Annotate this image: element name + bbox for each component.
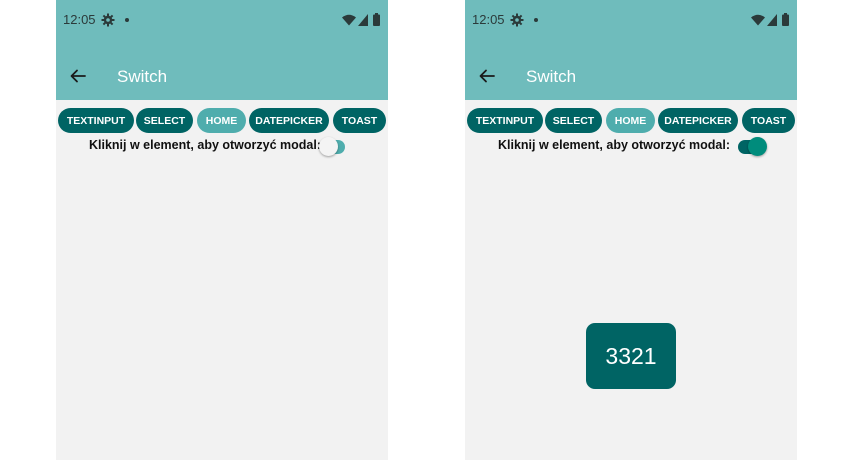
modal-value-box: 3321 xyxy=(586,323,676,389)
tab-textinput[interactable]: TEXTINPUT xyxy=(58,108,134,133)
status-bar: 12:05 xyxy=(56,0,388,40)
gear-icon xyxy=(101,13,115,27)
back-arrow-icon[interactable] xyxy=(477,66,497,86)
back-arrow-icon[interactable] xyxy=(68,66,88,86)
status-time: 12:05 xyxy=(63,12,96,27)
tab-toast[interactable]: TOAST xyxy=(742,108,795,133)
phone-screen-left: 12:05 Switch TEXTINPUT SELECT HOME DATEP… xyxy=(56,0,388,460)
wifi-icon xyxy=(751,14,765,26)
tab-textinput[interactable]: TEXTINPUT xyxy=(467,108,543,133)
tab-home[interactable]: HOME xyxy=(197,108,246,133)
notification-dot-icon xyxy=(125,18,129,22)
app-bar: 12:05 Switch xyxy=(56,0,388,100)
battery-icon xyxy=(373,13,380,26)
status-bar: 12:05 xyxy=(465,0,797,40)
switch-thumb xyxy=(748,137,767,156)
switch-thumb xyxy=(319,137,338,156)
switch-label: Kliknij w element, aby otworzyć modal: xyxy=(89,138,321,152)
gear-icon xyxy=(510,13,524,27)
wifi-icon xyxy=(342,14,356,26)
tab-select[interactable]: SELECT xyxy=(136,108,193,133)
app-bar: 12:05 Switch xyxy=(465,0,797,100)
tab-select[interactable]: SELECT xyxy=(545,108,602,133)
phone-screen-right: 12:05 Switch TEXTINPUT SELECT HOME DATEP… xyxy=(465,0,797,460)
tab-home[interactable]: HOME xyxy=(606,108,655,133)
notification-dot-icon xyxy=(534,18,538,22)
modal-switch[interactable] xyxy=(734,137,768,157)
page-title: Switch xyxy=(117,67,168,86)
tab-datepicker[interactable]: DATEPICKER xyxy=(249,108,329,133)
modal-switch[interactable] xyxy=(317,137,351,157)
page-title: Switch xyxy=(526,67,577,86)
tab-toast[interactable]: TOAST xyxy=(333,108,386,133)
status-time: 12:05 xyxy=(472,12,505,27)
tab-datepicker[interactable]: DATEPICKER xyxy=(658,108,738,133)
battery-icon xyxy=(782,13,789,26)
signal-icon xyxy=(767,14,777,26)
switch-label: Kliknij w element, aby otworzyć modal: xyxy=(498,138,730,152)
signal-icon xyxy=(358,14,368,26)
